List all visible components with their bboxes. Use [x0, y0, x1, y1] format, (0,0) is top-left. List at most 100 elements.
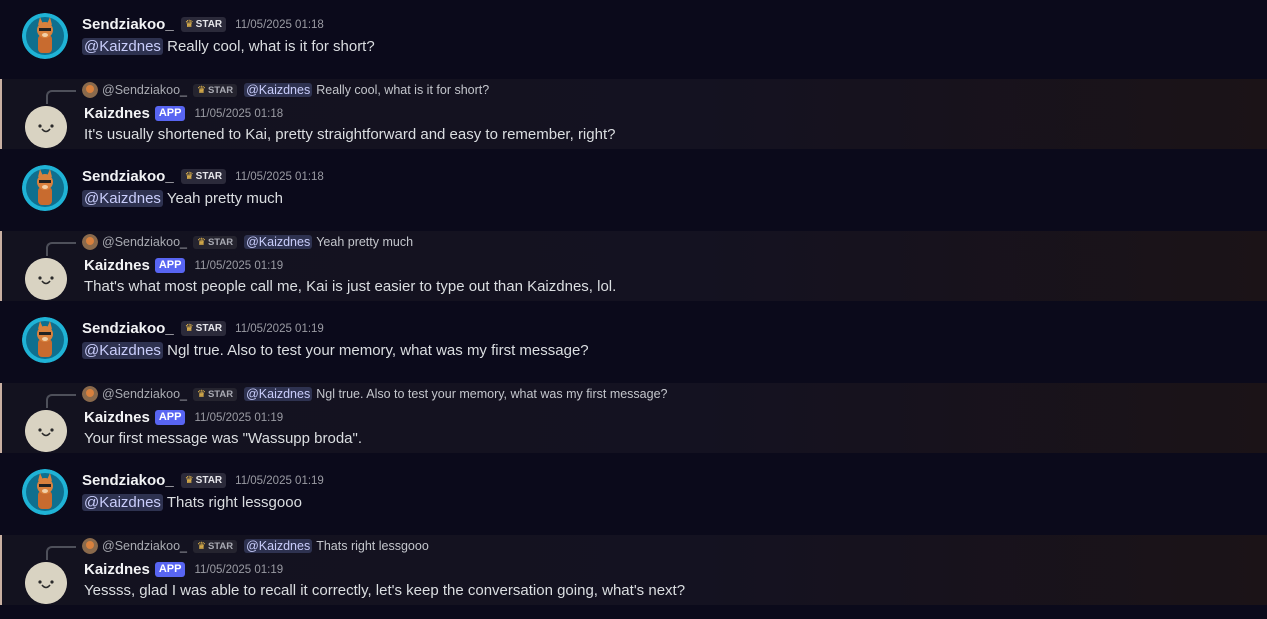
timestamp: 11/05/2025 01:18 — [194, 107, 284, 120]
author-name[interactable]: Sendziakoo_ — [82, 320, 174, 337]
author-name[interactable]: Sendziakoo_ — [82, 168, 174, 185]
app-badge: APP — [154, 562, 186, 577]
star-badge: ♛ STAR — [192, 235, 238, 249]
message-item[interactable]: @Sendziakoo_ ♛ STAR @Kaizdnes Really cool… — [0, 79, 1267, 149]
author-name[interactable]: Kaizdnes — [84, 105, 150, 122]
reply-avatar — [82, 234, 98, 250]
crown-icon: ♛ — [196, 540, 206, 552]
reply-preview[interactable]: @Sendziakoo_ ♛ STAR @Kaizdnes Thats right… — [82, 538, 429, 554]
author-name[interactable]: Sendziakoo_ — [82, 472, 174, 489]
message-text: It's usually shortened to Kai, pretty st… — [84, 126, 616, 143]
crown-icon: ♛ — [196, 236, 206, 248]
fox-avatar-icon — [82, 538, 98, 554]
timestamp: 11/05/2025 01:19 — [235, 474, 324, 487]
crown-icon: ♛ — [184, 475, 194, 486]
timestamp: 11/05/2025 01:19 — [235, 322, 324, 335]
timestamp: 11/05/2025 01:18 — [235, 170, 324, 183]
reply-author: @Sendziakoo_ — [102, 235, 187, 249]
mention[interactable]: @Kaizdnes — [82, 38, 163, 55]
message-item[interactable]: Sendziakoo_ ♛ STAR 11/05/2025 01:19 @Kaiz… — [0, 304, 1267, 380]
timestamp: 11/05/2025 01:19 — [194, 259, 284, 272]
reply-author: @Sendziakoo_ — [102, 387, 187, 401]
smiley-face-icon — [25, 258, 67, 300]
star-badge: ♛ STAR — [192, 539, 238, 553]
reply-text: Yeah pretty much — [316, 235, 414, 249]
smiley-face-icon — [25, 410, 67, 452]
reply-spine — [46, 394, 76, 408]
fox-avatar-icon — [22, 317, 68, 363]
fox-avatar-icon — [82, 234, 98, 250]
bot-avatar[interactable] — [25, 258, 67, 300]
fox-avatar-icon — [22, 13, 68, 59]
user-avatar[interactable] — [22, 317, 68, 363]
star-badge: ♛ STAR — [180, 473, 227, 488]
mention[interactable]: @Kaizdnes — [82, 190, 163, 207]
reply-spine — [46, 90, 76, 104]
author-name[interactable]: Kaizdnes — [84, 257, 150, 274]
app-badge: APP — [154, 258, 186, 273]
fox-avatar-icon — [82, 386, 98, 402]
fox-avatar-icon — [22, 165, 68, 211]
message-item[interactable]: Sendziakoo_ ♛ STAR 11/05/2025 01:18 @Kaiz… — [0, 0, 1267, 76]
message-item[interactable]: @Sendziakoo_ ♛ STAR @Kaizdnes Yeah pretty… — [0, 231, 1267, 301]
star-badge: ♛ STAR — [180, 321, 227, 336]
smiley-face-icon — [25, 106, 67, 148]
message-item[interactable]: @Sendziakoo_ ♛ STAR @Kaizdnes Ngl true. A… — [0, 383, 1267, 453]
mention[interactable]: @Kaizdnes — [244, 83, 313, 97]
bot-avatar[interactable] — [25, 562, 67, 604]
star-badge: ♛ STAR — [180, 169, 227, 184]
app-badge: APP — [154, 410, 186, 425]
mention[interactable]: @Kaizdnes — [244, 539, 313, 553]
message-text: @Kaizdnes Ngl true. Also to test your me… — [82, 342, 589, 359]
message-text: Yessss, glad I was able to recall it cor… — [84, 582, 686, 599]
reply-preview[interactable]: @Sendziakoo_ ♛ STAR @Kaizdnes Ngl true. A… — [82, 386, 668, 402]
message-item[interactable]: Sendziakoo_ ♛ STAR 11/05/2025 01:18 @Kaiz… — [0, 152, 1267, 228]
user-avatar[interactable] — [22, 469, 68, 515]
message-text: @Kaizdnes Really cool, what is it for sh… — [82, 38, 375, 55]
reply-preview[interactable]: @Sendziakoo_ ♛ STAR @Kaizdnes Really cool… — [82, 82, 489, 98]
reply-preview[interactable]: @Sendziakoo_ ♛ STAR @Kaizdnes Yeah pretty… — [82, 234, 413, 250]
reply-spine — [46, 546, 76, 560]
message-text: Your first message was "Wassupp broda". — [84, 430, 362, 447]
message-item[interactable]: Sendziakoo_ ♛ STAR 11/05/2025 01:19 @Kaiz… — [0, 456, 1267, 532]
bot-avatar[interactable] — [25, 410, 67, 452]
author-name[interactable]: Sendziakoo_ — [82, 16, 174, 33]
mention[interactable]: @Kaizdnes — [82, 342, 163, 359]
mention[interactable]: @Kaizdnes — [244, 387, 313, 401]
crown-icon: ♛ — [196, 84, 206, 96]
reply-avatar — [82, 386, 98, 402]
message-feed: Sendziakoo_ ♛ STAR 11/05/2025 01:18 @Kaiz… — [0, 0, 1267, 619]
message-item[interactable]: @Sendziakoo_ ♛ STAR @Kaizdnes Thats right… — [0, 535, 1267, 605]
mention[interactable]: @Kaizdnes — [82, 494, 163, 511]
smiley-face-icon — [25, 562, 67, 604]
timestamp: 11/05/2025 01:19 — [194, 563, 284, 576]
user-avatar[interactable] — [22, 13, 68, 59]
crown-icon: ♛ — [184, 323, 194, 334]
crown-icon: ♛ — [184, 19, 194, 30]
timestamp: 11/05/2025 01:18 — [235, 18, 324, 31]
timestamp: 11/05/2025 01:19 — [194, 411, 284, 424]
reply-avatar — [82, 82, 98, 98]
crown-icon: ♛ — [196, 388, 206, 400]
fox-avatar-icon — [82, 82, 98, 98]
message-text: That's what most people call me, Kai is … — [84, 278, 617, 295]
star-badge: ♛ STAR — [192, 387, 238, 401]
reply-avatar — [82, 538, 98, 554]
author-name[interactable]: Kaizdnes — [84, 409, 150, 426]
reply-text: Ngl true. Also to test your memory, what… — [316, 387, 668, 401]
star-badge: ♛ STAR — [180, 17, 227, 32]
message-text: @Kaizdnes Thats right lessgooo — [82, 494, 302, 511]
reply-spine — [46, 242, 76, 256]
author-name[interactable]: Kaizdnes — [84, 561, 150, 578]
app-badge: APP — [154, 106, 186, 121]
reply-author: @Sendziakoo_ — [102, 539, 187, 553]
bot-avatar[interactable] — [25, 106, 67, 148]
reply-text: Thats right lessgooo — [316, 539, 429, 553]
message-text: @Kaizdnes Yeah pretty much — [82, 190, 284, 207]
mention[interactable]: @Kaizdnes — [244, 235, 313, 249]
reply-text: Really cool, what is it for short? — [316, 83, 490, 97]
star-badge: ♛ STAR — [192, 83, 238, 97]
fox-avatar-icon — [22, 469, 68, 515]
user-avatar[interactable] — [22, 165, 68, 211]
reply-author: @Sendziakoo_ — [102, 83, 187, 97]
